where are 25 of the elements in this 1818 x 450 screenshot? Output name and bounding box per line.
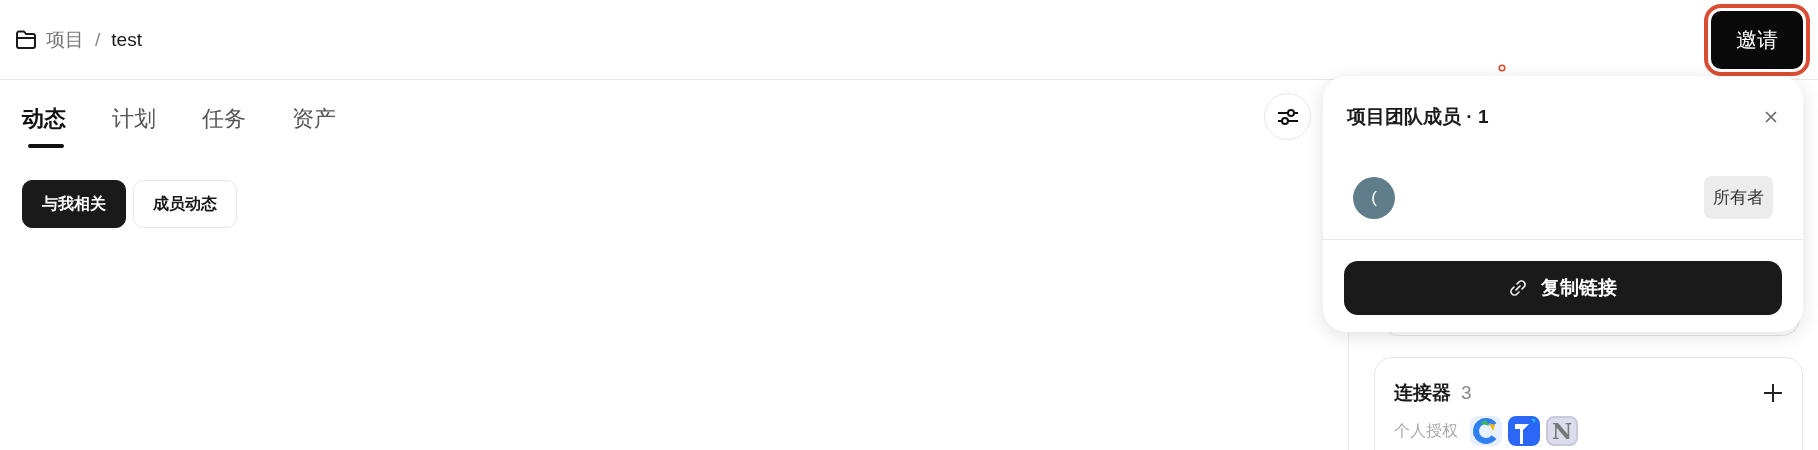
card-title: 连接器: [1394, 382, 1451, 403]
filter-chip[interactable]: 与我相关: [22, 180, 126, 228]
filter-button[interactable]: [1264, 93, 1311, 140]
connector-count: 3: [1461, 382, 1472, 403]
link-icon: [1509, 279, 1527, 297]
app-logo-icon[interactable]: [1508, 416, 1540, 446]
app-logo-icon[interactable]: [1470, 416, 1502, 446]
folder-icon: [15, 29, 37, 50]
sliders-icon: [1276, 107, 1299, 126]
breadcrumb-current: test: [111, 28, 142, 51]
breadcrumb-link[interactable]: 项目: [46, 26, 84, 53]
marker-dot-icon: [1498, 64, 1506, 72]
tab[interactable]: 动态: [22, 98, 66, 148]
add-button[interactable]: [1762, 382, 1784, 404]
tab[interactable]: 资产: [292, 98, 336, 148]
close-button[interactable]: [1763, 109, 1779, 125]
copy-link-button[interactable]: 复制链接: [1344, 261, 1782, 315]
filter-chip[interactable]: 成员动态: [133, 180, 237, 228]
avatar: (: [1353, 176, 1395, 219]
tab[interactable]: 计划: [112, 98, 156, 148]
breadcrumb-separator: /: [95, 28, 101, 51]
tab[interactable]: 任务: [202, 98, 246, 148]
role-badge: 所有者: [1704, 176, 1773, 219]
popover-title: 项目团队成员 · 1: [1347, 105, 1489, 129]
authorization-label: 个人授权: [1394, 420, 1458, 441]
